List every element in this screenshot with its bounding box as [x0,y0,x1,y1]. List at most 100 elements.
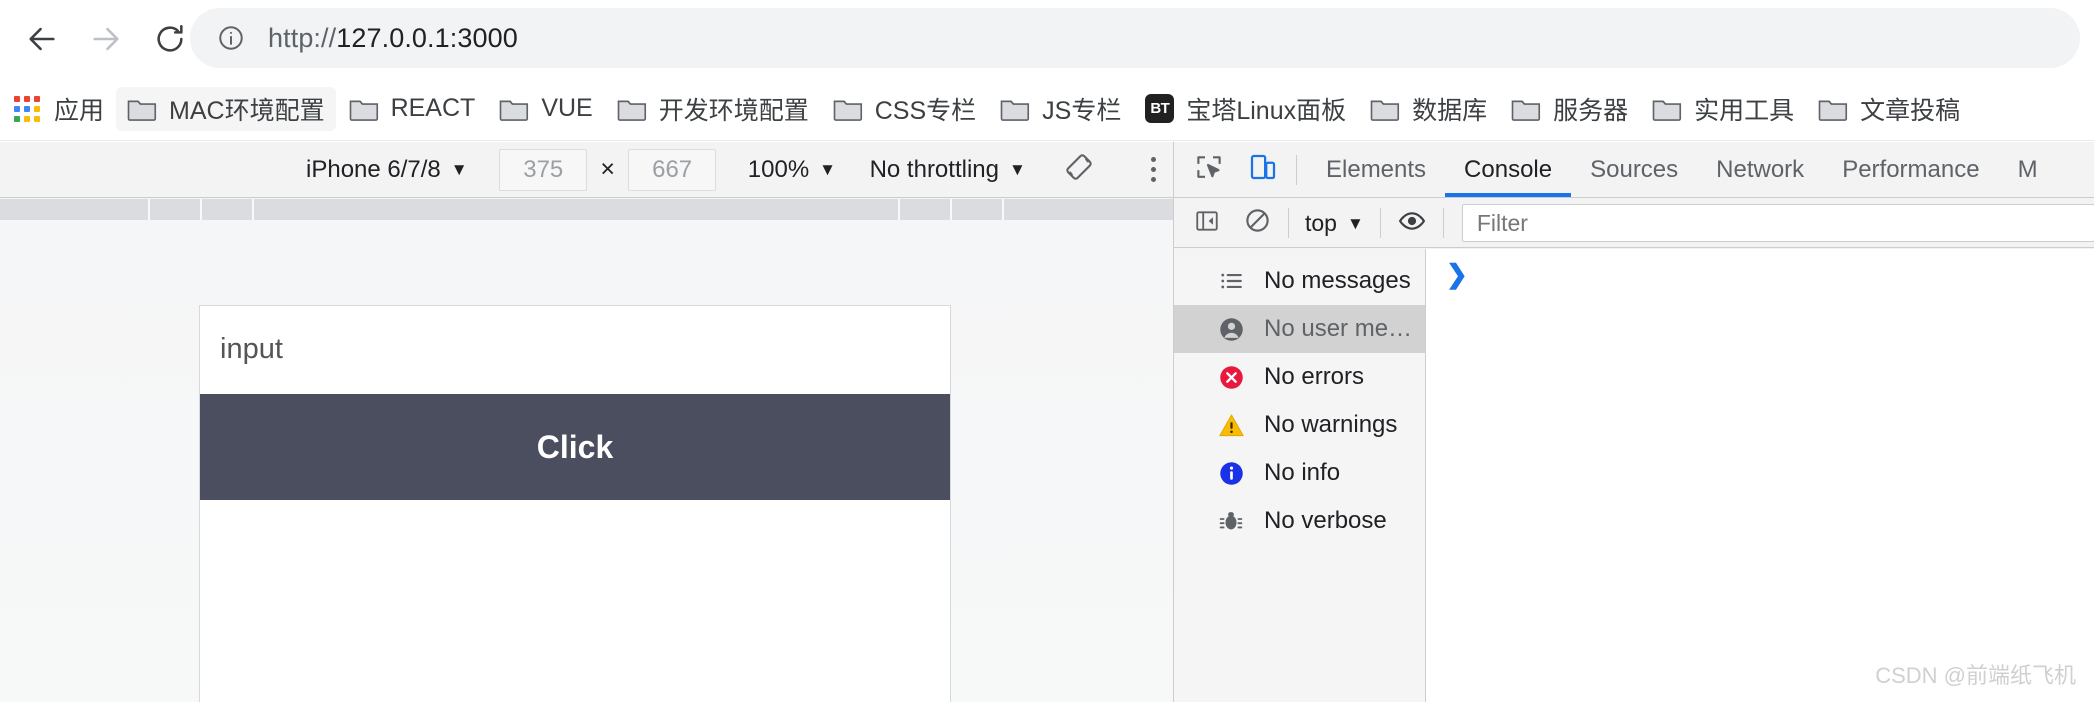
folder-icon [1370,100,1400,121]
bug-icon [1216,506,1246,536]
console-sidebar-label: No messages [1264,267,1411,294]
app-input-placeholder: input [220,333,283,365]
bookmarks-bar: 应用 MAC环境配置 REACT VUE 开发环境配置 CSS专栏 JS专栏 B… [0,77,2094,141]
tab-label: Elements [1326,155,1427,183]
tab-network[interactable]: Network [1697,142,1823,197]
live-expression-button[interactable] [1391,202,1433,244]
ruler-tick [148,199,150,220]
bookmark-apps[interactable]: 应用 [0,87,116,131]
viewport-ruler[interactable] [0,199,1173,220]
divider [1296,154,1297,185]
kebab-menu-icon [1150,157,1156,162]
devtools-panel: Elements Console Sources Network Perform… [1173,142,2094,702]
bookmark-label: CSS专栏 [874,96,977,125]
inspect-element-icon [1194,152,1224,187]
console-sidebar-item-messages[interactable]: No messages [1174,257,1425,305]
tab-performance[interactable]: Performance [1823,142,1998,197]
app-text-input[interactable]: input [200,306,950,394]
bookmark-label: 宝塔Linux面板 [1186,96,1347,125]
list-icon [1216,266,1246,296]
console-context-label: top [1305,209,1337,236]
apps-grid-icon [14,95,40,122]
tab-sources[interactable]: Sources [1571,142,1697,197]
bookmark-item-mac[interactable]: MAC环境配置 [116,86,336,131]
rotate-device-button[interactable] [1057,148,1100,192]
folder-icon [127,100,157,121]
back-button[interactable] [14,11,70,67]
console-sidebar: No messages No user me… No errors No war… [1174,249,1426,702]
divider [1288,208,1289,238]
bookmark-label: JS专栏 [1042,96,1122,125]
ruler-tick [950,199,952,220]
console-sidebar-item-verbose[interactable]: No verbose [1174,497,1425,545]
tab-console[interactable]: Console [1445,142,1571,197]
bookmark-item-tools[interactable]: 实用工具 [1641,87,1805,131]
bookmark-apps-label: 应用 [54,96,105,125]
tab-memory[interactable]: M [1999,142,2057,197]
zoom-select[interactable]: 100% ▼ [742,150,842,190]
clear-console-icon [1244,207,1271,239]
tab-label: Console [1464,155,1553,183]
clear-console-button[interactable] [1236,202,1278,244]
bookmark-item-baota[interactable]: BT 宝塔Linux面板 [1134,87,1357,131]
warning-icon [1216,410,1246,440]
browser-window: http://127.0.0.1:3000 应用 MAC环境配置 REACT V… [0,0,2094,702]
bookmark-item-css[interactable]: CSS专栏 [822,87,987,131]
console-context-select[interactable]: top ▼ [1299,210,1370,237]
viewport-height-input[interactable]: 667 [628,148,717,191]
console-sidebar-item-user-messages[interactable]: No user me… [1174,305,1425,353]
bookmark-item-server[interactable]: 服务器 [1500,87,1639,131]
bookmark-label: MAC环境配置 [169,96,325,125]
divider [1442,208,1444,238]
folder-icon [500,100,529,121]
tab-label: Network [1716,155,1805,183]
tab-label: Sources [1590,155,1679,183]
console-sidebar-label: No user me… [1264,315,1413,342]
console-sidebar-toggle-button[interactable] [1186,202,1228,244]
device-toolbar-more-button[interactable] [1134,148,1173,192]
bookmark-item-js[interactable]: JS专栏 [989,87,1132,131]
device-select[interactable]: iPhone 6/7/8 ▼ [300,150,474,190]
device-select-label: iPhone 6/7/8 [306,155,441,183]
console-sidebar-item-info[interactable]: No info [1174,449,1425,497]
forward-arrow-icon [89,22,123,56]
bookmark-label: VUE [541,94,593,122]
dimension-separator: × [600,155,615,183]
folder-icon [349,100,378,121]
live-expression-icon [1398,207,1426,240]
console-sidebar-item-errors[interactable]: No errors [1174,353,1425,401]
ruler-tick [252,199,254,220]
bookmark-item-vue[interactable]: VUE [488,87,603,131]
console-sidebar-label: No warnings [1264,411,1398,438]
browser-toolbar: http://127.0.0.1:3000 [0,0,2094,77]
throttling-select[interactable]: No throttling ▼ [864,150,1032,190]
console-sidebar-toggle-icon [1194,208,1220,239]
zoom-level-label: 100% [747,155,810,183]
inspect-element-button[interactable] [1186,147,1232,193]
bookmark-item-database[interactable]: 数据库 [1359,87,1498,131]
device-viewport-area: input Click [0,220,1173,702]
rotate-device-icon [1063,151,1095,188]
console-filter-input[interactable]: Filter [1461,204,2094,242]
device-emulation-pane: iPhone 6/7/8 ▼ 375 × 667 100% ▼ No throt… [0,142,1173,702]
toggle-device-toolbar-button[interactable] [1240,147,1286,193]
console-input-area[interactable]: ❯ [1426,249,2094,702]
viewport-width-input[interactable]: 375 [499,148,588,191]
click-button[interactable]: Click [200,394,950,500]
forward-button[interactable] [78,11,134,67]
folder-icon [1652,100,1682,121]
bookmark-label: REACT [390,94,476,122]
tab-elements[interactable]: Elements [1307,142,1445,197]
site-info-icon[interactable] [216,23,246,53]
bookmark-label: 文章投稿 [1860,96,1961,125]
chevron-down-icon: ▼ [450,160,468,179]
device-toolbar: iPhone 6/7/8 ▼ 375 × 667 100% ▼ No throt… [0,142,1173,198]
toggle-device-toolbar-icon [1248,152,1278,187]
bookmark-item-devenv[interactable]: 开发环境配置 [606,87,820,131]
bookmark-label: 服务器 [1553,96,1629,125]
console-sidebar-item-warnings[interactable]: No warnings [1174,401,1425,449]
bookmark-item-react[interactable]: REACT [338,87,487,131]
address-bar[interactable]: http://127.0.0.1:3000 [190,8,2080,68]
bookmark-item-submit[interactable]: 文章投稿 [1807,87,1971,131]
viewport-height-value: 667 [652,155,693,183]
